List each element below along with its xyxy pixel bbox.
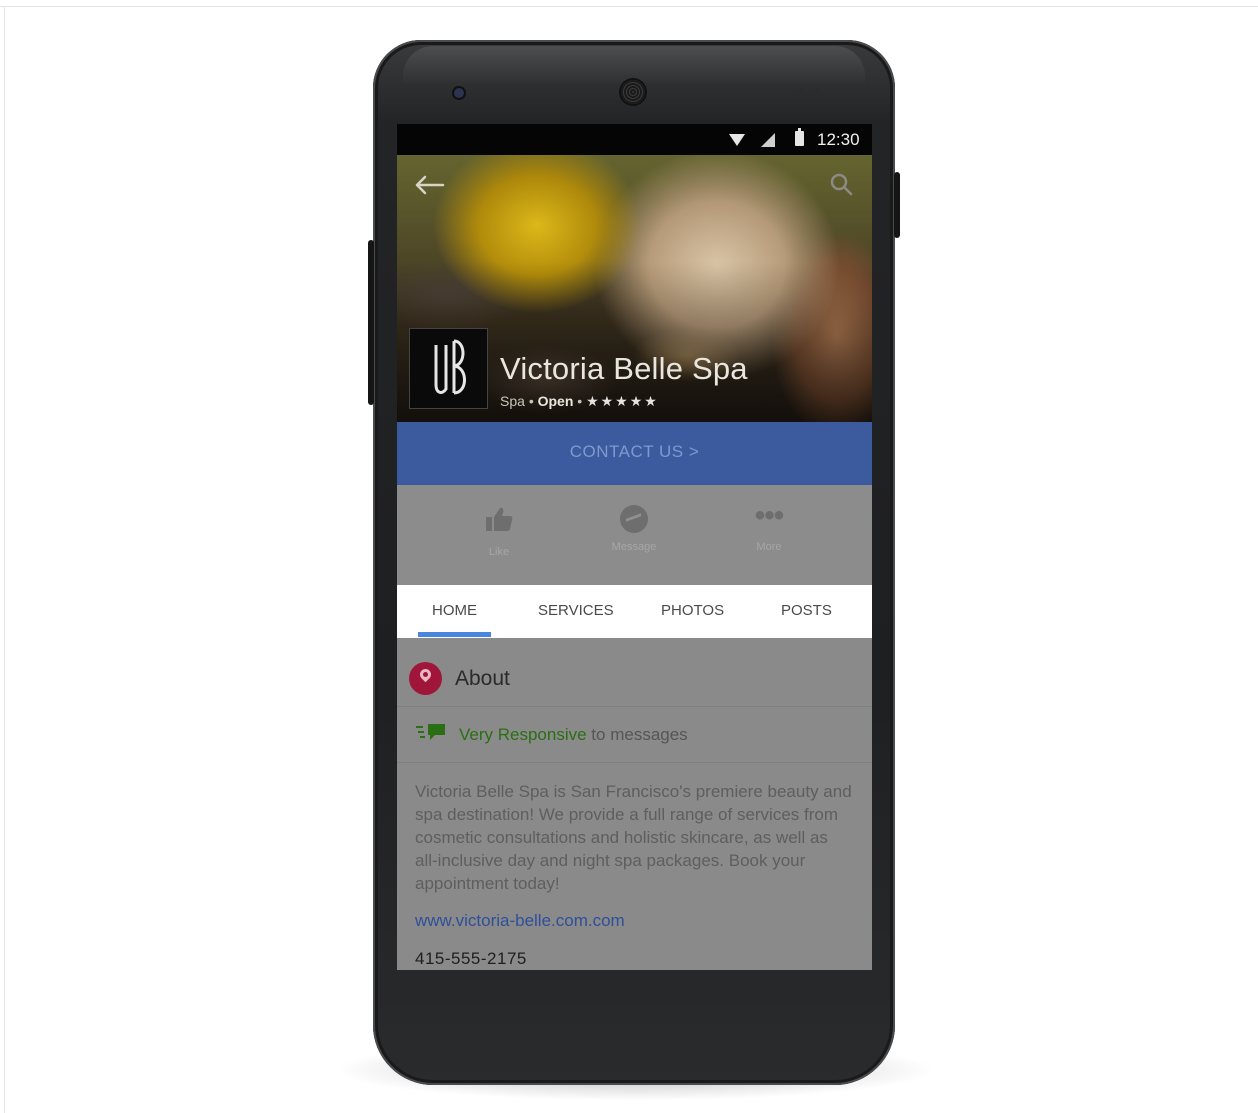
- tab-services[interactable]: SERVICES: [538, 602, 614, 619]
- contact-us-label: CONTACT US >: [569, 442, 700, 461]
- status-time: 12:30: [817, 130, 860, 149]
- about-title: About: [455, 667, 510, 690]
- volume-button: [368, 240, 374, 405]
- phone-number[interactable]: 415-555-2175: [415, 949, 527, 969]
- left-border: [4, 6, 5, 1113]
- proximity-sensor: [798, 88, 805, 95]
- page-meta: Spa • Open • ★★★★★: [500, 393, 659, 409]
- page-name: Victoria Belle Spa: [500, 351, 748, 386]
- phone-screen: 12:30 Victoria Belle Spa Spa • Open • ★★…: [397, 124, 872, 970]
- battery-icon: [795, 128, 804, 146]
- wifi-icon: [729, 134, 745, 146]
- responsive-text: Very Responsive to messages: [459, 725, 688, 745]
- cover-photo: Victoria Belle Spa Spa • Open • ★★★★★: [397, 155, 872, 422]
- power-button: [894, 172, 900, 238]
- very-responsive: Very Responsive: [459, 725, 587, 744]
- about-description: Victoria Belle Spa is San Francisco's pr…: [415, 782, 852, 893]
- about-header: About: [397, 638, 872, 706]
- thumbs-up-icon: [486, 507, 513, 531]
- more-button[interactable]: ••• More: [729, 499, 809, 554]
- active-tab-indicator: [418, 632, 491, 637]
- open-status: Open: [537, 393, 574, 409]
- tab-bar: HOME SERVICES PHOTOS POSTS: [397, 585, 872, 638]
- website-link[interactable]: www.victoria-belle.com.com: [415, 911, 625, 931]
- tab-home[interactable]: HOME: [432, 602, 477, 619]
- like-button[interactable]: Like: [459, 505, 539, 558]
- about-section: About Very Responsive to messages Victor…: [397, 638, 872, 970]
- messenger-icon: [620, 505, 648, 533]
- divider: [397, 706, 872, 707]
- contact-us-button[interactable]: CONTACT US >: [397, 422, 872, 485]
- status-bar: 12:30: [397, 124, 872, 155]
- vb-monogram-logo: [434, 339, 466, 395]
- light-sensor: [814, 88, 821, 95]
- responsive-rest: to messages: [586, 725, 688, 744]
- earpiece-speaker: [621, 80, 645, 104]
- page-category: Spa: [500, 393, 525, 409]
- message-button[interactable]: Message: [594, 505, 674, 553]
- location-pin-icon: [409, 662, 442, 695]
- message-label: Message: [611, 541, 657, 553]
- search-icon[interactable]: [829, 172, 853, 196]
- front-camera-icon: [454, 88, 464, 98]
- top-border: [0, 6, 1258, 7]
- tab-photos[interactable]: PHOTOS: [661, 602, 724, 619]
- action-bar: Like Message ••• More: [397, 485, 872, 585]
- back-arrow-icon[interactable]: [413, 174, 445, 196]
- more-label: More: [756, 541, 782, 553]
- divider: [397, 762, 872, 763]
- signal-icon: [761, 133, 775, 147]
- page-logo[interactable]: [410, 329, 487, 408]
- responsive-chat-icon: [416, 724, 445, 740]
- tab-posts[interactable]: POSTS: [781, 602, 832, 619]
- star-rating: ★★★★★: [586, 393, 659, 409]
- more-dots-icon: •••: [754, 499, 785, 532]
- like-label: Like: [488, 546, 510, 558]
